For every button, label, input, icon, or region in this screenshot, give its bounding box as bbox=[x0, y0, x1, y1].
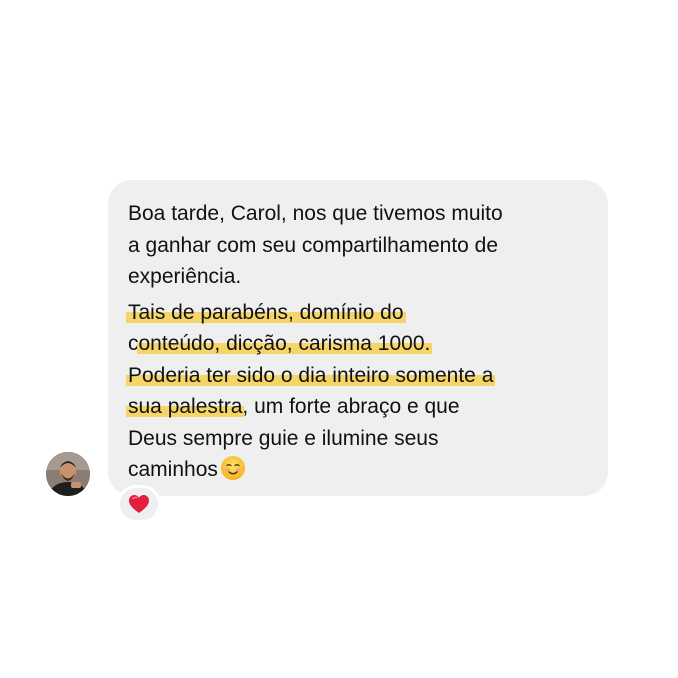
message-line: conteúdo, dicção, carisma 1000. bbox=[128, 328, 598, 360]
message-text: Boa tarde, Carol, nos que tivemos muito … bbox=[126, 198, 598, 486]
highlighted-text: Poderia ter sido o dia inteiro somente a bbox=[126, 363, 496, 387]
message-bubble[interactable]: Boa tarde, Carol, nos que tivemos muito … bbox=[108, 180, 608, 496]
highlighted-text: Tais de parabéns, domínio do bbox=[126, 300, 406, 324]
message-line: Poderia ter sido o dia inteiro somente a bbox=[126, 360, 598, 392]
sender-avatar[interactable] bbox=[46, 452, 90, 496]
red-heart-icon bbox=[129, 495, 149, 513]
highlighted-text: sua palestra bbox=[126, 395, 245, 418]
message-line: a ganhar com seu compartilhamento de bbox=[128, 233, 499, 257]
message-fragment: caminhos bbox=[128, 458, 218, 481]
reaction-badge[interactable] bbox=[117, 485, 161, 523]
message-line: experiência. bbox=[128, 265, 242, 288]
message-line: caminhos bbox=[128, 454, 598, 486]
message-fragment: , um forte abraço e que bbox=[242, 395, 460, 418]
chat-view: Boa tarde, Carol, nos que tivemos muito … bbox=[0, 0, 678, 678]
message-line: sua palestra, um forte abraço e que bbox=[126, 391, 598, 423]
message-line: Tais de parabéns, domínio do bbox=[126, 297, 598, 329]
smiling-face-icon bbox=[220, 456, 245, 480]
message-line: Boa tarde, Carol, nos que tivemos muito bbox=[128, 202, 503, 225]
message-line: Deus sempre guie e ilumine seus bbox=[128, 426, 439, 450]
highlighted-text: onteúdo, dicção, carisma 1000. bbox=[136, 332, 433, 355]
avatar-photo-icon bbox=[46, 452, 90, 496]
